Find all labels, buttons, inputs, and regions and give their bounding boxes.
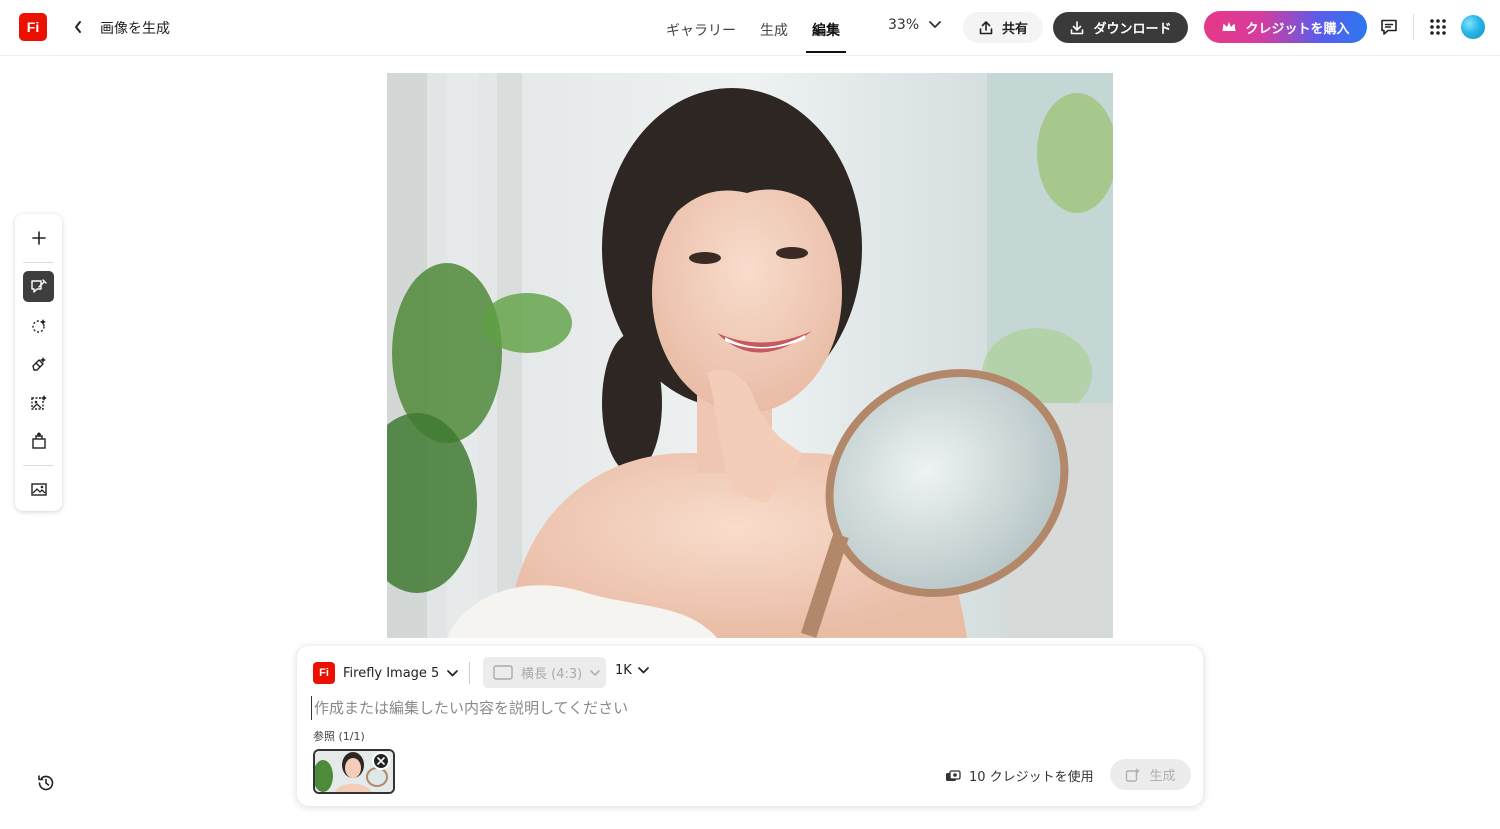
chevron-down-icon (447, 669, 459, 676)
generate-button[interactable]: 生成 (1110, 759, 1191, 790)
model-label: Firefly Image 5 (343, 665, 440, 681)
expand-tool[interactable] (23, 425, 54, 456)
credit-usage: 10 クレジットを使用 (945, 766, 1094, 785)
remove-reference-button[interactable] (372, 752, 390, 770)
prompt-edit-icon (30, 278, 47, 293)
rail-divider (23, 262, 54, 263)
share-label: 共有 (1001, 22, 1028, 37)
model-selector[interactable]: Fi Firefly Image 5 (313, 661, 459, 685)
expand-icon (31, 431, 46, 449)
eraser-icon (31, 356, 46, 371)
reference-label: 参照 (1/1) (313, 730, 365, 743)
chevron-down-icon (590, 669, 600, 676)
firefly-model-icon: Fi (313, 662, 335, 684)
select-subject-icon (31, 318, 46, 333)
generated-photo (387, 73, 1113, 638)
plus-icon (31, 230, 46, 245)
apps-button[interactable] (1427, 16, 1449, 38)
resolution-label: 1K (615, 663, 632, 678)
top-header: Fi 画像を生成 ギャラリー 生成 編集 33% 共有 ダウンロード クレジット… (0, 0, 1500, 56)
select-subject-tool[interactable] (23, 310, 54, 341)
back-button[interactable] (68, 16, 88, 38)
buy-credits-button[interactable]: クレジットを購入 (1204, 11, 1367, 43)
generative-fill-tool[interactable] (23, 387, 54, 418)
aspect-ratio-icon (493, 665, 513, 680)
generative-fill-icon (30, 394, 47, 410)
chevron-down-icon (637, 667, 649, 674)
header-divider (1413, 14, 1414, 40)
feedback-button[interactable] (1378, 16, 1400, 38)
share-button[interactable]: 共有 (963, 12, 1043, 43)
download-label: ダウンロード (1093, 22, 1172, 37)
zoom-value: 33% (888, 17, 920, 33)
download-button[interactable]: ダウンロード (1053, 12, 1188, 43)
zoom-dropdown[interactable]: 33% (888, 17, 942, 33)
firefly-logo[interactable]: Fi (19, 13, 47, 41)
download-icon (1071, 20, 1084, 34)
add-button[interactable] (23, 222, 54, 253)
history-icon (38, 775, 54, 791)
credits-text: 10 クレジットを使用 (969, 770, 1094, 785)
prompt-edit-tool[interactable] (23, 271, 54, 302)
tab-gallery[interactable]: ギャラリー (660, 0, 742, 56)
prompt-input[interactable] (311, 696, 1181, 720)
buy-credits-label: クレジットを購入 (1245, 21, 1350, 37)
apps-grid-icon (1430, 19, 1446, 35)
credits-icon (946, 769, 961, 781)
share-icon (979, 20, 993, 34)
image-adjust-tool[interactable] (23, 473, 54, 504)
tool-rail (15, 214, 62, 511)
aspect-label: 横長 (4:3) (521, 667, 583, 682)
tab-edit[interactable]: 編集 (806, 0, 846, 56)
resolution-selector[interactable]: 1K (615, 663, 649, 678)
chevron-down-icon (929, 21, 942, 28)
user-avatar[interactable] (1461, 15, 1485, 39)
generate-label: 生成 (1149, 769, 1176, 784)
page-title: 画像を生成 (100, 21, 170, 37)
prompt-panel: Fi Firefly Image 5 横長 (4:3) 1K 参照 (1/1) … (297, 646, 1203, 806)
crown-icon (1222, 22, 1236, 31)
tab-generate[interactable]: 生成 (754, 0, 794, 56)
close-icon (377, 757, 385, 765)
panel-divider (469, 662, 470, 684)
comment-icon (1381, 19, 1397, 35)
image-adjust-icon (30, 482, 47, 496)
history-button[interactable] (33, 770, 59, 796)
mode-tabs: ギャラリー 生成 編集 (660, 0, 858, 56)
eraser-tool[interactable] (23, 348, 54, 379)
generate-icon (1126, 767, 1141, 782)
rail-divider (23, 465, 54, 466)
chevron-left-icon (75, 21, 81, 33)
canvas-image[interactable] (387, 73, 1113, 638)
aspect-ratio-selector[interactable]: 横長 (4:3) (483, 657, 606, 688)
